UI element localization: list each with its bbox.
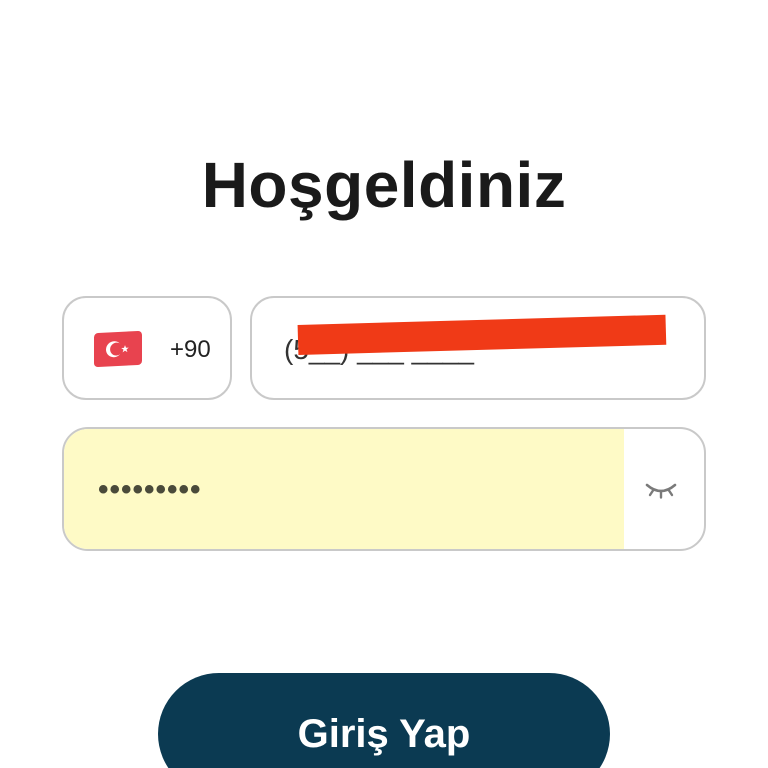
password-input[interactable]: •••••••••: [62, 427, 706, 551]
page-title: Hoşgeldiniz: [201, 149, 567, 221]
phone-number-input[interactable]: (5__) ___ ____: [250, 296, 706, 400]
password-value: •••••••••: [98, 473, 202, 506]
login-button[interactable]: Giriş Yap: [158, 673, 610, 768]
country-code-selector[interactable]: +90: [62, 296, 232, 400]
redaction-mark: [297, 314, 667, 355]
eye-closed-icon[interactable]: [644, 477, 678, 501]
turkey-flag-icon: [94, 330, 142, 368]
login-screen: Hoşgeldiniz +90 (5__) ___ ____ •••••••••…: [0, 0, 768, 768]
dial-code: +90: [170, 336, 211, 363]
